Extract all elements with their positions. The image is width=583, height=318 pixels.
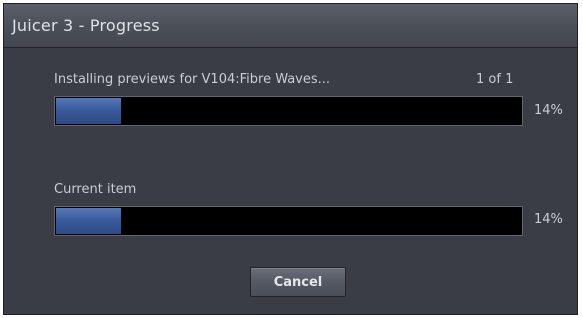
current-progress-fill [56,208,121,234]
window-title: Juicer 3 - Progress [12,16,160,35]
progress-dialog: Juicer 3 - Progress Installing previews … [3,3,578,315]
overall-progress-fill [56,98,121,124]
current-progress-bar [54,206,523,236]
overall-percent-text: 14% [534,103,563,118]
current-item-label: Current item [54,182,137,197]
current-percent-text: 14% [534,212,563,227]
overall-count-text: 1 of 1 [476,72,514,87]
overall-progress-bar [54,96,523,126]
title-bar[interactable]: Juicer 3 - Progress [4,4,577,48]
cancel-button[interactable]: Cancel [250,267,346,297]
overall-status-text: Installing previews for V104:Fibre Waves… [54,72,331,87]
